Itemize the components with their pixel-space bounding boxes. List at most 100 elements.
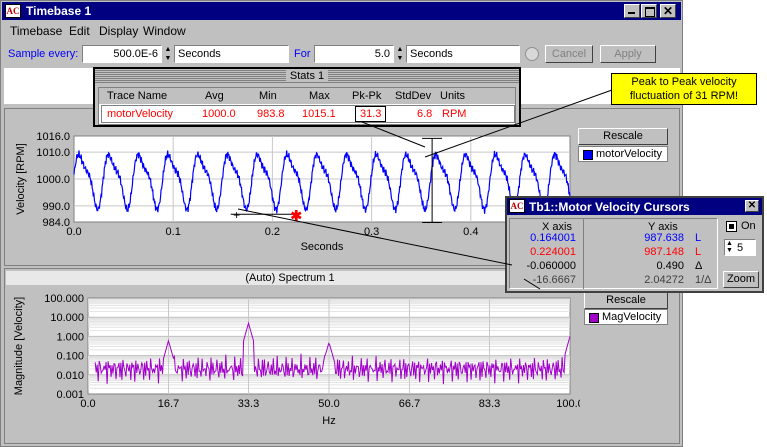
top-y-axis-label: Velocity [RPM] (15, 143, 27, 215)
cursors-close-button[interactable]: ✕ (745, 200, 759, 212)
sample-value-field[interactable]: 500.0E-6 (82, 45, 162, 63)
cursor-2-marker: ✱ (290, 208, 302, 224)
cursor-row-y: 2.04272 (644, 274, 684, 286)
cursor-row-flag: L (695, 246, 702, 258)
legend-bottom[interactable]: MagVelocity (584, 309, 668, 325)
cursors-window: AC Tb1::Motor Velocity Cursors ✕ X axis … (505, 196, 764, 293)
stats-stddev: 6.8 (417, 108, 433, 120)
cursor-row-y: 987.148 (644, 246, 684, 258)
legend-swatch-top (583, 150, 593, 160)
cursor-row-flag: 1/Δ (695, 274, 712, 286)
cursors-spin-field[interactable]: ▲ ▼ 5 (724, 239, 756, 256)
stats-trace-name: motorVelocity (107, 108, 174, 120)
bottom-y-tick-label: 1.000 (56, 331, 84, 343)
top-y-tick-label: 990.0 (42, 201, 70, 213)
stats-title: Stats 1 (285, 70, 329, 82)
top-y-tick-label: 1016.0 (36, 131, 70, 143)
top-x-tick-label: 0.3 (364, 226, 379, 238)
spectrum-chart[interactable]: 100.00010.0001.0000.1000.0100.0010.0 16.7… (0, 286, 580, 444)
maximize-button[interactable] (641, 4, 657, 18)
bottom-x-tick-label: 66.7 (399, 398, 420, 410)
stats-table: Trace Name Avg Min Max Pk-Pk StdDev Unit… (98, 87, 516, 125)
cursors-title-bar[interactable]: AC Tb1::Motor Velocity Cursors ✕ (507, 198, 762, 215)
bottom-x-tick-label: 83.3 (479, 398, 500, 410)
toolbar: Sample every: 500.0E-6 ▲ ▼ Seconds For 5.… (2, 42, 681, 66)
bottom-y-tick-label: 100.000 (44, 293, 84, 305)
stats-row[interactable]: motorVelocity 1000.0 983.8 1015.1 31.3 6… (101, 105, 515, 123)
stats-col-max: Max (309, 90, 330, 102)
top-x-tick-label: 0.2 (265, 226, 280, 238)
stats-title-bar[interactable]: Stats 1 (95, 69, 519, 83)
top-x-tick-label: 0.0 (66, 226, 81, 238)
cursor-row-x: -16.6667 (532, 274, 576, 286)
spectrum-title-bar: (Auto) Spectrum 1 (6, 271, 574, 285)
stats-col-stddev: StdDev (395, 90, 432, 102)
cursors-title: Tb1::Motor Velocity Cursors (529, 200, 690, 214)
for-spinner[interactable]: ▲ ▼ (395, 45, 405, 63)
cursor-row-x: -0.060000 (526, 260, 576, 272)
stats-col-units: Units (440, 90, 466, 102)
top-x-tick-label: 0.1 (166, 226, 181, 238)
rescale-label-bottom: Rescale (606, 294, 646, 306)
bottom-x-tick-label: 0.0 (80, 398, 95, 410)
menu-display[interactable]: Display (99, 24, 138, 38)
bottom-y-tick-label: 10.000 (50, 312, 84, 324)
apply-button[interactable]: Apply (600, 45, 656, 63)
for-unit-field[interactable]: Seconds (406, 45, 520, 63)
stats-max: 1015.1 (302, 108, 336, 120)
menu-window[interactable]: Window (143, 24, 186, 38)
bottom-x-tick-label: 50.0 (318, 398, 339, 410)
cursors-spin-value: 5 (737, 242, 744, 254)
apply-label: Apply (614, 48, 642, 60)
stats-avg: 1000.0 (202, 108, 236, 120)
zoom-label: Zoom (726, 273, 756, 285)
minimize-button[interactable] (624, 4, 640, 18)
rescale-button-top[interactable]: Rescale (578, 128, 668, 145)
top-x-axis-label: Seconds (301, 241, 344, 253)
cursor-row-x: 0.164001 (530, 232, 576, 244)
cursors-app-icon: AC (509, 199, 525, 213)
bottom-y-tick-label: 0.100 (56, 351, 84, 363)
stats-window: Stats 1 Trace Name Avg Min Max Pk-Pk Std… (93, 67, 521, 127)
cancel-label: Cancel (551, 48, 587, 60)
cursor-row-x: 0.224001 (530, 246, 576, 258)
sample-unit-text: Seconds (178, 48, 221, 60)
cancel-button[interactable]: Cancel (545, 45, 593, 63)
menu-timebase[interactable]: Timebase (10, 24, 62, 38)
spectrum-title: (Auto) Spectrum 1 (245, 272, 335, 284)
cursor-row-y: 0.490 (656, 260, 684, 272)
rescale-button-bottom[interactable]: Rescale (584, 292, 668, 309)
bottom-x-tick-label: 100.0 (556, 398, 580, 410)
cursor-1-marker: + (233, 208, 240, 222)
stats-min: 983.8 (257, 108, 285, 120)
menu-edit[interactable]: Edit (69, 24, 90, 38)
for-value-field[interactable]: 5.0 (314, 45, 394, 63)
sample-spinner[interactable]: ▲ ▼ (163, 45, 173, 63)
for-value-text: 5.0 (374, 48, 390, 60)
cursors-spin-arrows: ▲ ▼ (726, 240, 733, 254)
legend-swatch-bottom (589, 313, 599, 323)
bottom-x-tick-label: 16.7 (158, 398, 179, 410)
close-button[interactable]: ✕ (660, 4, 676, 18)
annotation-callout: Peak to Peak velocity fluctuation of 31 … (611, 73, 757, 105)
sample-value-text: 500.0E-6 (113, 48, 158, 60)
cursors-divider (583, 218, 584, 289)
sample-label: Sample every: (8, 48, 79, 60)
bottom-x-axis-label: Hz (322, 415, 335, 427)
velocity-chart[interactable]: 1016.01010.01000.0990.0984.00.0 0.1 0.2 0.3… (0, 108, 580, 266)
top-x-tick-label: 0.4 (463, 226, 478, 238)
bottom-y-axis-label: Magnitude [Velocity] (13, 297, 25, 395)
window-title-bar[interactable]: AC Timebase 1 ✕ (2, 2, 681, 20)
cursor-row-flag: Δ (695, 260, 703, 272)
stats-col-pkpk: Pk-Pk (352, 90, 382, 102)
cursors-on-checkbox[interactable] (726, 221, 737, 232)
zoom-button[interactable]: Zoom (723, 271, 759, 288)
sample-unit-field[interactable]: Seconds (174, 45, 289, 63)
stats-col-trace: Trace Name (107, 90, 168, 102)
legend-top[interactable]: motorVelocity (578, 146, 668, 162)
legend-label-top: motorVelocity (596, 148, 663, 160)
bottom-y-tick-label: 0.010 (56, 370, 84, 382)
rescale-label-top: Rescale (603, 130, 643, 142)
legend-label-bottom: MagVelocity (602, 311, 662, 323)
app-logo-icon: AC (5, 4, 21, 18)
